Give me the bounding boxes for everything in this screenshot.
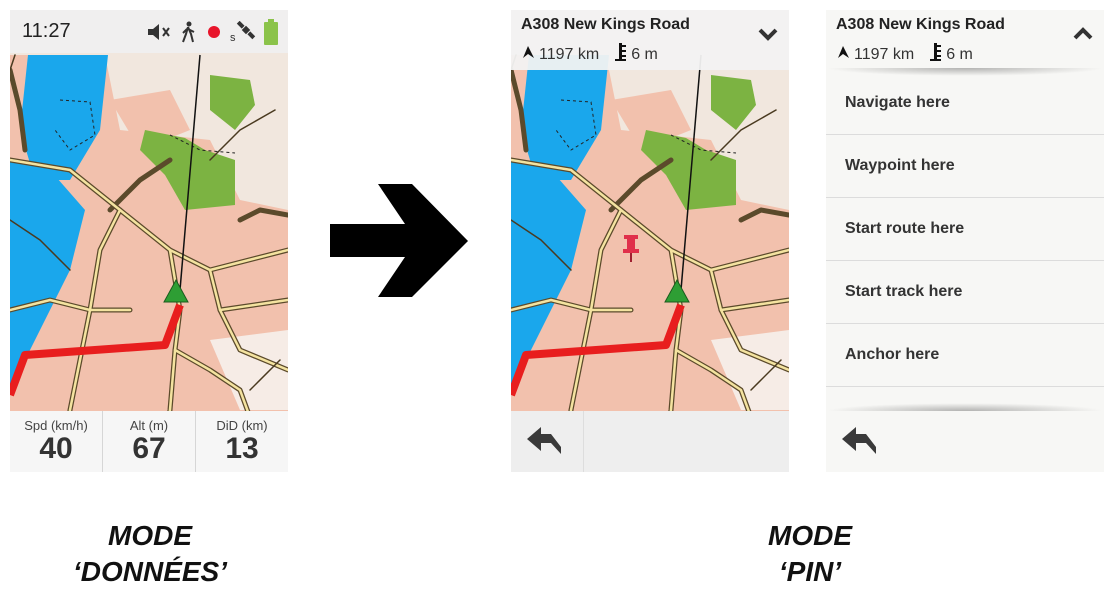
data-field-speed[interactable]: Spd (km/h) 40 (10, 411, 103, 472)
satellite-icon: s (230, 20, 256, 43)
back-arrow-icon[interactable] (527, 427, 563, 460)
data-field-distance[interactable]: DiD (km) 13 (196, 411, 288, 472)
menu-item-start-route-here[interactable]: Start route here (826, 198, 1104, 261)
pin-distance: 1197 km (854, 45, 915, 63)
map-view[interactable] (10, 10, 288, 472)
caption-pin-mode: MODE ‘PIN’ (768, 520, 852, 587)
map-view[interactable] (511, 10, 789, 472)
pin-info-header[interactable]: A308 New Kings Road 1197 km 6 m (511, 10, 789, 70)
menu-item-start-track-here[interactable]: Start track here (826, 261, 1104, 324)
bottom-bar (826, 411, 1104, 472)
right-arrow-icon (330, 184, 468, 297)
caption-data-mode: MODE ‘DONNÉES’ (72, 520, 228, 587)
chevron-down-icon[interactable] (757, 26, 779, 47)
data-field-altitude[interactable]: Alt (m) 67 (103, 411, 196, 472)
menu-item-waypoint-here[interactable]: Waypoint here (826, 135, 1104, 198)
pin-elevation: 6 m (946, 45, 973, 63)
pin-info-header[interactable]: A308 New Kings Road 1197 km 6 m (826, 10, 1104, 70)
pin-elevation: 6 m (631, 45, 658, 63)
hiker-icon (180, 21, 198, 43)
battery-icon (264, 18, 278, 45)
pin-action-menu: Navigate here Waypoint here Start route … (826, 72, 1104, 387)
mute-icon (146, 22, 172, 42)
pin-mode-screen: A308 New Kings Road 1197 km 6 m (511, 10, 789, 472)
menu-item-navigate-here[interactable]: Navigate here (826, 72, 1104, 135)
status-bar: 11:27 s (10, 10, 288, 53)
data-fields: Spd (km/h) 40 Alt (m) 67 DiD (km) 13 (10, 411, 288, 472)
road-name: A308 New Kings Road (836, 16, 1005, 33)
clock: 11:27 (22, 20, 71, 42)
svg-text:s: s (230, 32, 236, 43)
data-mode-screen: 11:27 s Spd (km/h) 40 Alt (m) 67 DiD (km… (10, 10, 288, 472)
navigation-arrow-icon (836, 45, 850, 64)
navigation-arrow-icon (521, 45, 535, 64)
chevron-up-icon[interactable] (1072, 26, 1094, 47)
elevation-icon (615, 43, 627, 66)
pin-distance: 1197 km (539, 45, 600, 63)
bottom-bar (511, 411, 789, 472)
elevation-icon (930, 43, 942, 66)
record-icon (206, 24, 222, 40)
road-name: A308 New Kings Road (521, 16, 690, 33)
back-arrow-icon[interactable] (842, 427, 878, 460)
menu-item-anchor-here[interactable]: Anchor here (826, 324, 1104, 387)
pin-menu-screen: A308 New Kings Road 1197 km 6 m Navigate… (826, 10, 1104, 472)
